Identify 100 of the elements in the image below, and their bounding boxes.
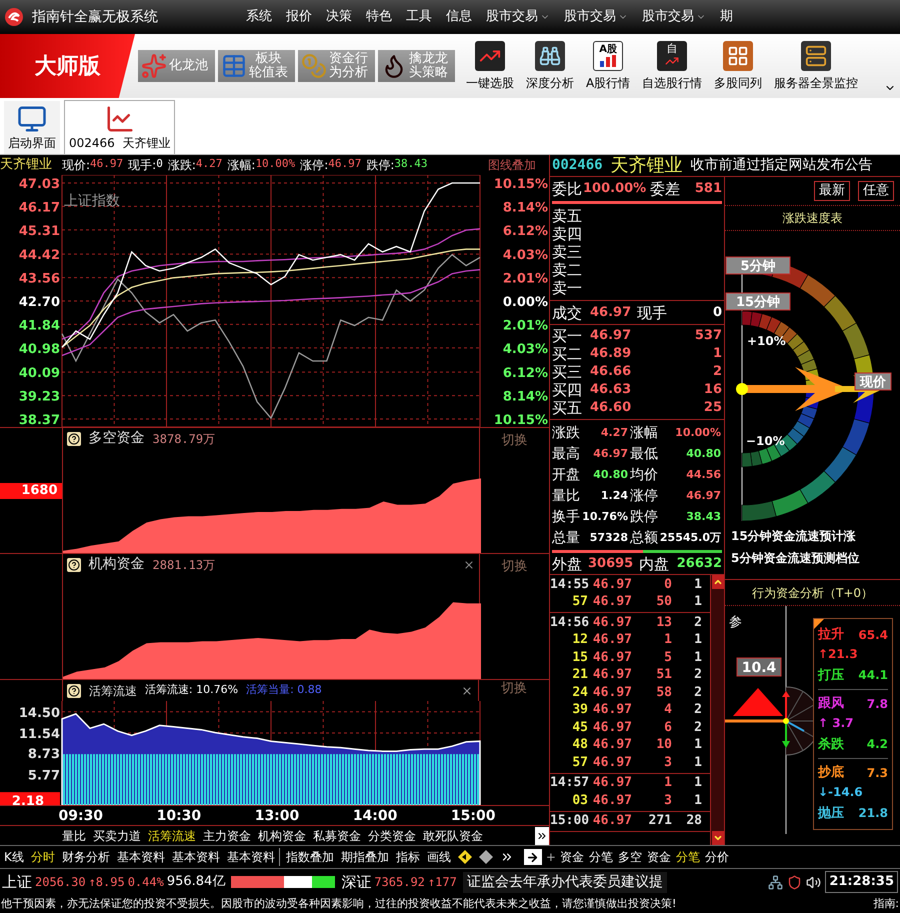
quote-value: 38.43	[394, 156, 428, 172]
legend-label: 杀跌	[818, 736, 844, 754]
legend-label: 抄底	[818, 764, 844, 782]
trade-time: 24	[571, 684, 588, 702]
indicator-tab[interactable]: 私募资金	[313, 826, 361, 844]
field-value: 46.97	[590, 304, 632, 322]
tool-button[interactable]: 画线	[426, 848, 451, 866]
quote-label: 涨停:	[300, 157, 328, 174]
quote-value: 46.97	[328, 156, 362, 172]
toolbar-button[interactable]: 服务器全景监控	[773, 40, 860, 92]
bid-level-label: 买三	[552, 363, 582, 381]
view-tab[interactable]: 财务分析	[62, 848, 110, 866]
tool-button[interactable]: 期指叠加	[340, 848, 389, 866]
trade-time: 14:57	[550, 774, 588, 792]
field-label: 现手	[637, 304, 668, 322]
view-tab[interactable]: 基本资料	[116, 848, 165, 866]
menu-item[interactable]: 期	[720, 7, 733, 27]
notice-text: 收市前通过指定网站发布公告	[690, 156, 873, 175]
indicator-tab[interactable]: 机构资金	[258, 826, 306, 844]
trade-count: 1	[693, 792, 702, 810]
app-title: 指南针全赢无极系统	[32, 8, 158, 26]
five-minute-label: 5分钟	[726, 256, 790, 274]
bid-volume: 1	[712, 345, 722, 363]
panel-title: 行为资金分析（T+0）	[752, 584, 874, 602]
mode-button[interactable]: 任意	[858, 181, 894, 201]
trade-volume: 13	[655, 614, 672, 632]
indicator-tab[interactable]: 主力资金	[203, 826, 251, 844]
view-tab[interactable]: 基本资料	[226, 848, 275, 866]
menu-item[interactable]: 工具	[406, 7, 432, 27]
trade-price: 46.97	[592, 718, 632, 737]
field-label: 外盘	[552, 554, 582, 572]
price-axis-label: 40.98	[18, 342, 60, 357]
bid-level-label: 买二	[552, 345, 582, 363]
checklist-icon: 自	[657, 40, 688, 70]
time-axis-label: 10:30	[156, 807, 202, 825]
prefix-mark: +	[546, 849, 556, 866]
feature-button[interactable]: 擒龙龙 头策略	[378, 50, 455, 82]
toolbar-button[interactable]: 多股同列	[713, 40, 764, 92]
toolbar-button[interactable]: 深度分析	[525, 40, 575, 92]
menu-item[interactable]: 信息	[446, 7, 472, 27]
feature-button[interactable]: 资金行 为分析	[298, 50, 375, 82]
menu-item[interactable]: 系统	[246, 7, 272, 27]
view-tab[interactable]: K线	[4, 848, 24, 866]
menu-item[interactable]: 股市交易	[564, 7, 628, 27]
bid-volume: 2	[712, 363, 722, 381]
tab[interactable]: 启动界面	[4, 101, 60, 154]
view-tab[interactable]: 分时	[30, 848, 55, 866]
percent-axis-label: 6.12%	[502, 366, 548, 382]
toolbar-button[interactable]: 自 自选股行情	[641, 40, 704, 92]
legend-label: 抛压	[818, 804, 844, 822]
data-tab[interactable]: 分笔	[588, 848, 613, 866]
menu-item[interactable]: 股市交易	[642, 7, 706, 27]
data-tab[interactable]: 分价	[704, 848, 729, 866]
switch-button[interactable]: 切换	[501, 680, 528, 698]
data-tab[interactable]: 资金	[646, 848, 671, 866]
view-tab[interactable]: 基本资料	[172, 848, 220, 866]
trade-volume: 3	[663, 792, 672, 810]
tab[interactable]: 002466 天齐锂业	[64, 100, 176, 154]
edition-banner: 大师版	[0, 34, 135, 98]
trade-count: 2	[693, 614, 702, 632]
plus-label: +10%	[747, 334, 786, 348]
turnover-amount: 956.84亿	[166, 873, 226, 892]
field-value: 26632	[676, 554, 722, 572]
switch-button[interactable]: 切换	[501, 558, 528, 576]
menu-item[interactable]: 报价	[286, 7, 312, 27]
data-tab[interactable]: 分笔	[676, 848, 700, 866]
menu-item[interactable]: 决策	[326, 7, 352, 27]
indicator-tab[interactable]: 分类资金	[368, 826, 416, 844]
trade-count: 1	[693, 774, 702, 792]
data-tab[interactable]: 多空	[618, 848, 642, 866]
feature-button[interactable]: 板块 轮值表	[218, 50, 295, 82]
toolbar-button[interactable]: 一键选股	[465, 40, 515, 92]
price-axis-label: 38.37	[18, 413, 60, 427]
menu-item[interactable]: 股市交易	[486, 7, 550, 27]
trade-time: 15:00	[550, 812, 588, 830]
trade-time: 21	[571, 666, 588, 684]
indicator-tab[interactable]: 敢死队资金	[423, 826, 483, 844]
trade-count: 2	[693, 684, 702, 702]
axis-label: 5.77	[28, 768, 60, 784]
field-label: 总额	[630, 528, 658, 546]
index-value: 7365.92	[374, 874, 425, 891]
legend-value: 4.2	[866, 736, 888, 754]
switch-button[interactable]: 切换	[501, 432, 528, 450]
overlay-button[interactable]: 图线叠加	[488, 156, 536, 174]
indicator-tab[interactable]: 活筹流速	[148, 826, 196, 844]
trade-time: 45	[571, 718, 588, 737]
field-value: 38.43	[686, 508, 722, 524]
mode-button[interactable]: 最新	[814, 181, 850, 201]
stock-name: 天齐锂业	[610, 155, 683, 176]
field-label: 开盘	[552, 466, 580, 484]
tool-button[interactable]: 指标	[396, 848, 420, 866]
ask-level-label: 卖一	[552, 279, 583, 297]
toolbar-button[interactable]: A股 A股行情	[585, 40, 632, 92]
percent-axis-label: 0.00%	[502, 295, 548, 310]
indicator-tab[interactable]: 买卖力道	[93, 826, 141, 844]
percent-axis-label: 8.14%	[502, 390, 548, 405]
tool-button[interactable]: 指数叠加	[286, 848, 334, 866]
data-tab[interactable]: 资金	[560, 848, 584, 866]
menu-item[interactable]: 特色	[366, 7, 392, 27]
indicator-tab[interactable]: 量比	[62, 826, 86, 844]
